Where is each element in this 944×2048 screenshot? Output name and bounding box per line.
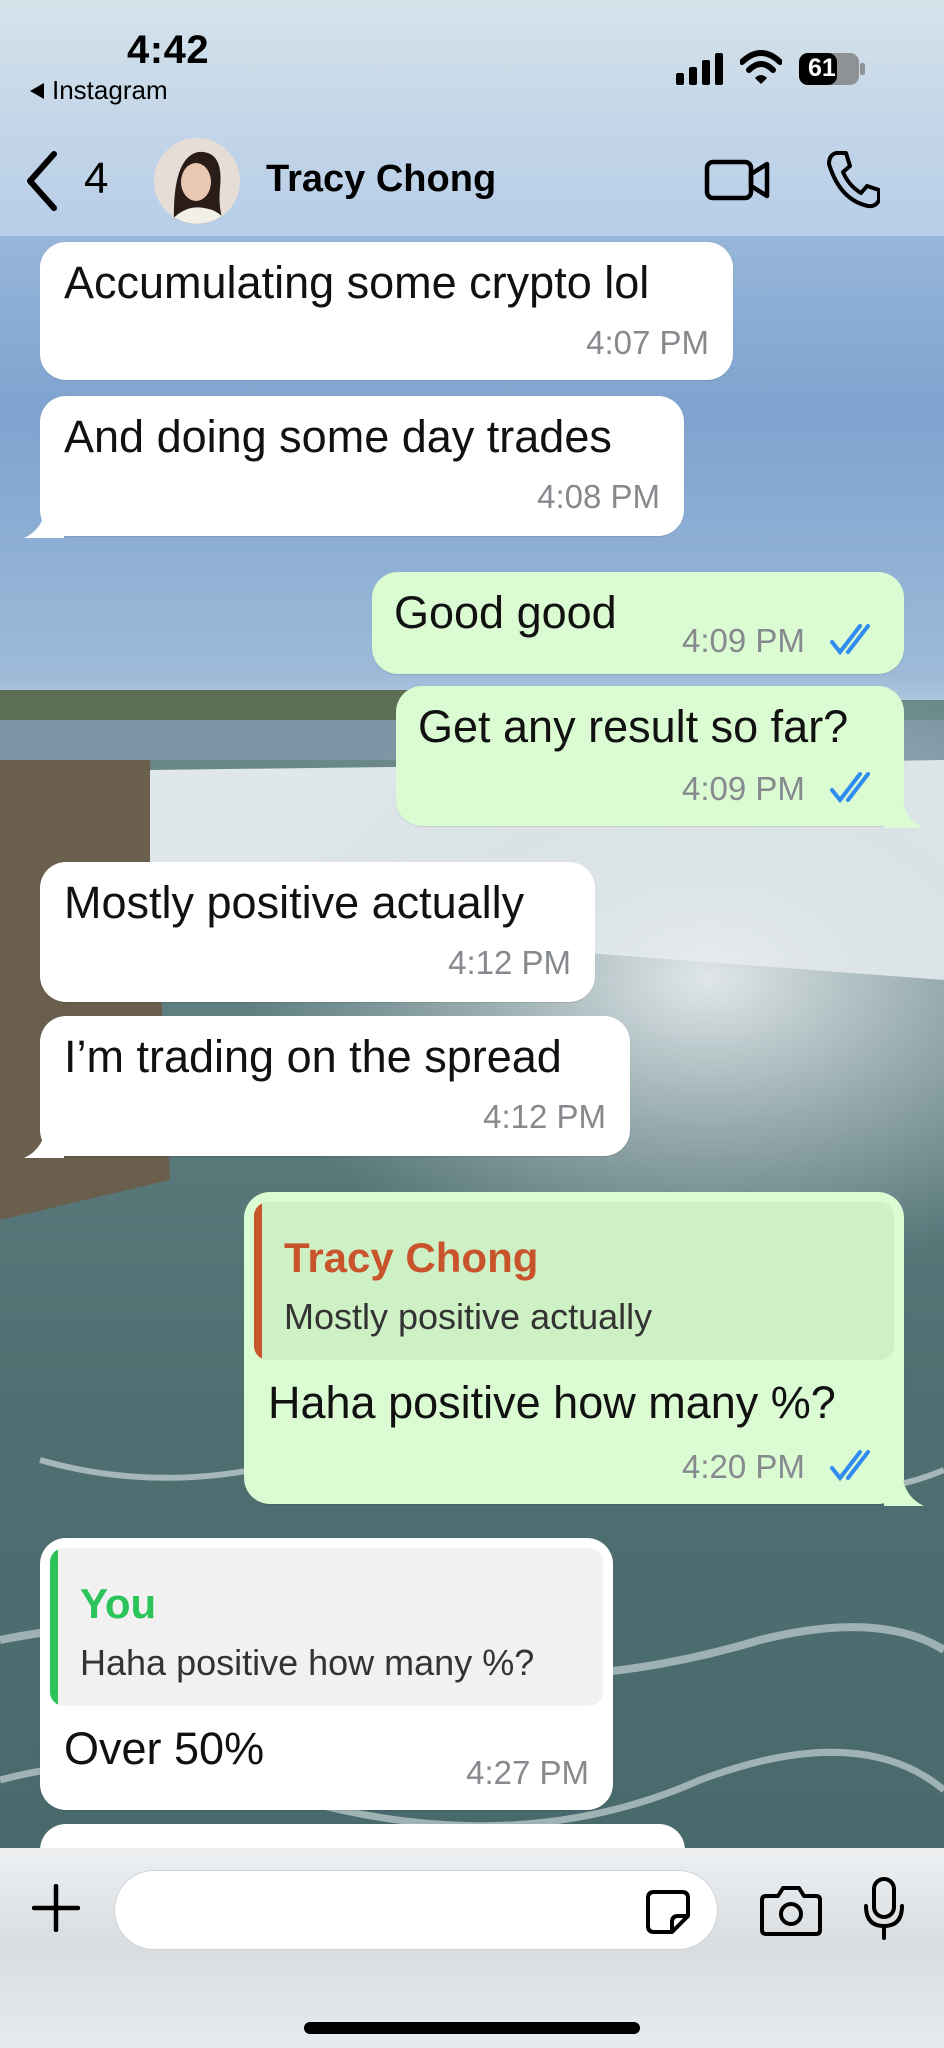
plus-icon[interactable]: [32, 1884, 80, 1932]
bubble-tail: [24, 1128, 64, 1158]
message-bubble-incoming[interactable]: And doing some day trades 4:08 PM: [40, 396, 684, 536]
wifi-icon: [740, 50, 782, 84]
sticker-icon[interactable]: [644, 1888, 692, 1936]
message-text: Accumulating some crypto lol: [64, 257, 650, 308]
bubble-tail: [884, 798, 924, 828]
phone-icon[interactable]: [824, 148, 880, 210]
signal-icon: [676, 53, 723, 85]
video-call-icon[interactable]: [704, 152, 770, 208]
message-text: Good good: [394, 587, 617, 638]
avatar[interactable]: [154, 138, 240, 224]
double-check-icon: [830, 772, 870, 804]
chat-header-bar: 4 Tracy Chong: [0, 130, 944, 236]
message-time: 4:12 PM: [483, 1098, 606, 1135]
back-chevron-icon[interactable]: [22, 148, 62, 214]
message-list[interactable]: Accumulating some crypto lol 4:07 PM And…: [0, 236, 944, 1848]
quote-text: Mostly positive actually: [284, 1296, 653, 1337]
message-text: Over 50%: [64, 1723, 265, 1774]
message-bubble-incoming-partial[interactable]: [40, 1824, 685, 1848]
message-text: Mostly positive actually: [64, 877, 525, 928]
microphone-icon[interactable]: [862, 1876, 906, 1942]
battery-level: 61: [808, 54, 836, 82]
camera-icon[interactable]: [760, 1884, 822, 1936]
message-text: Get any result so far?: [418, 701, 849, 752]
battery-icon: 61: [798, 52, 866, 86]
back-app-label: Instagram: [52, 75, 168, 105]
message-bubble-incoming[interactable]: You Haha positive how many %? Over 50% 4…: [40, 1538, 613, 1810]
message-composer: [0, 1848, 944, 2048]
message-time: 4:20 PM: [682, 1448, 805, 1485]
quoted-message[interactable]: You Haha positive how many %?: [50, 1548, 603, 1706]
message-time: 4:09 PM: [682, 622, 805, 659]
back-to-app-link[interactable]: Instagram: [30, 75, 168, 106]
message-time: 4:08 PM: [537, 478, 660, 515]
message-time: 4:27 PM: [466, 1754, 589, 1791]
message-bubble-incoming[interactable]: Accumulating some crypto lol 4:07 PM: [40, 242, 733, 380]
message-text: And doing some day trades: [64, 411, 612, 462]
bubble-tail: [884, 1476, 924, 1506]
message-bubble-outgoing[interactable]: Good good 4:09 PM: [372, 572, 904, 674]
contact-name[interactable]: Tracy Chong: [266, 158, 496, 201]
message-input[interactable]: [114, 1870, 718, 1950]
quoted-message[interactable]: Tracy Chong Mostly positive actually: [254, 1202, 894, 1360]
message-bubble-outgoing[interactable]: Tracy Chong Mostly positive actually Hah…: [244, 1192, 904, 1504]
quote-author: You: [80, 1580, 157, 1627]
message-text: I’m trading on the spread: [64, 1031, 562, 1082]
message-bubble-incoming[interactable]: Mostly positive actually 4:12 PM: [40, 862, 595, 1002]
message-time: 4:09 PM: [682, 770, 805, 807]
double-check-icon: [830, 624, 870, 656]
unread-count[interactable]: 4: [84, 154, 108, 204]
quote-accent-bar: [50, 1548, 58, 1706]
message-bubble-outgoing[interactable]: Get any result so far? 4:09 PM: [396, 686, 904, 826]
status-bar: 4:42 Instagram 61: [0, 0, 944, 130]
home-indicator[interactable]: [304, 2022, 640, 2034]
double-check-icon: [830, 1450, 870, 1482]
message-time: 4:07 PM: [586, 324, 709, 361]
message-text: Haha positive how many %?: [268, 1377, 836, 1428]
message-time: 4:12 PM: [448, 944, 571, 981]
back-triangle-icon: [30, 82, 44, 99]
status-time: 4:42: [127, 28, 210, 72]
quote-accent-bar: [254, 1202, 262, 1360]
quote-text: Haha positive how many %?: [80, 1642, 535, 1683]
quote-author: Tracy Chong: [284, 1234, 539, 1281]
bubble-tail: [24, 508, 64, 538]
message-bubble-incoming[interactable]: I’m trading on the spread 4:12 PM: [40, 1016, 630, 1156]
